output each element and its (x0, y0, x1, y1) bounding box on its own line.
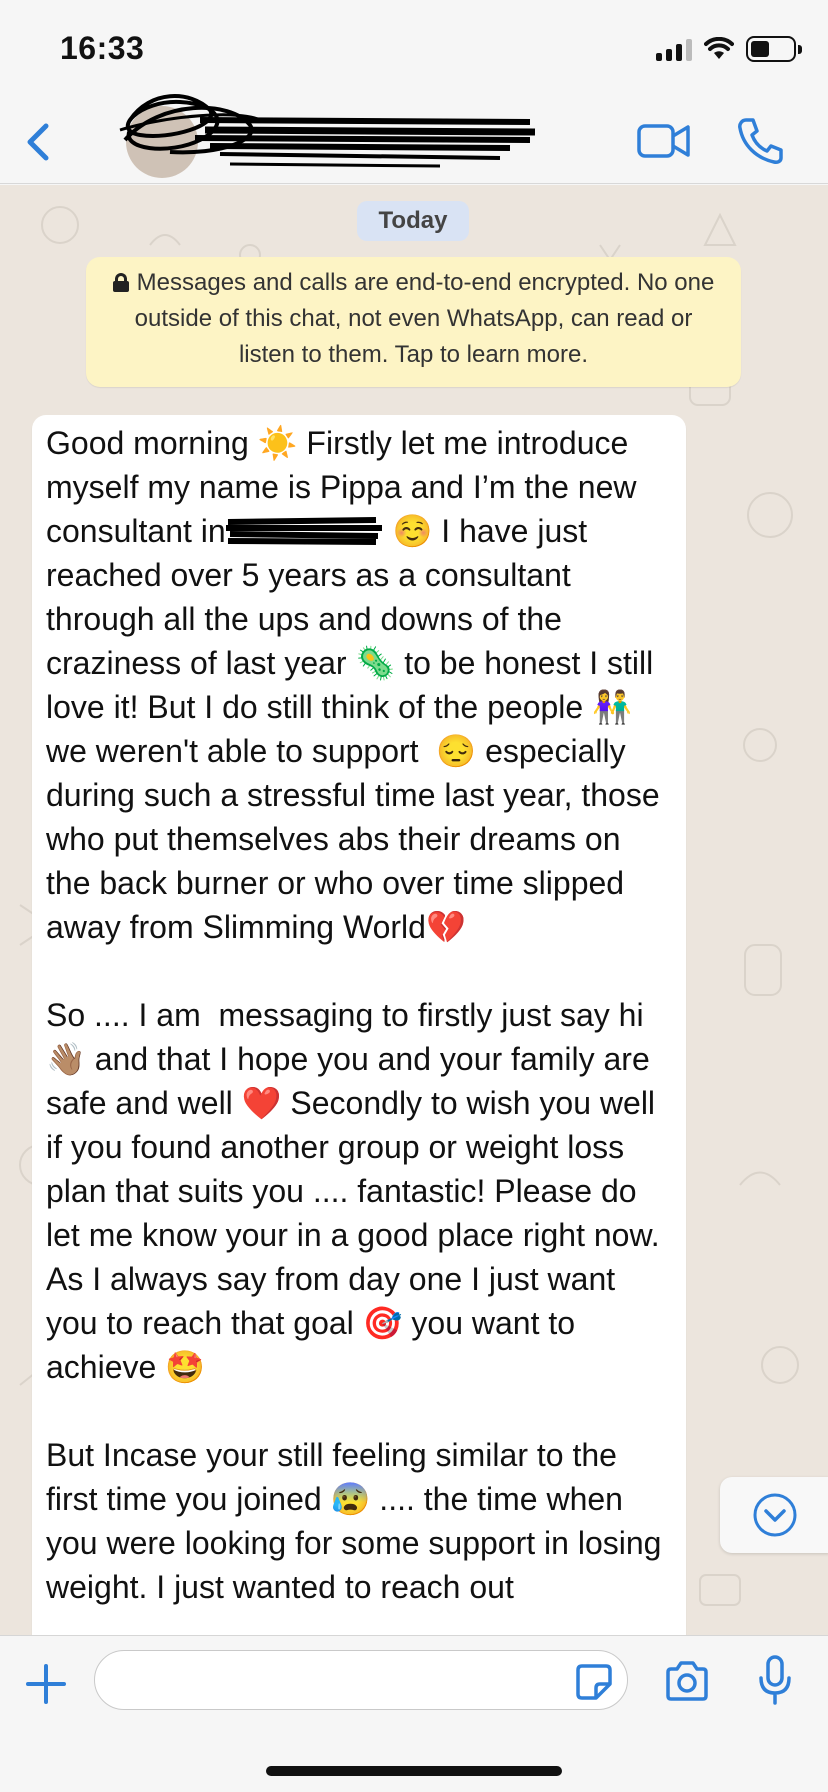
status-icons (656, 36, 802, 62)
redacted-location (225, 517, 382, 545)
input-bar (0, 1635, 828, 1792)
contact-info[interactable] (110, 94, 540, 184)
chat-header (0, 94, 828, 184)
message-text-part-2: ☺️ I have just reached over 5 years as a… (46, 513, 662, 1605)
wifi-icon (704, 37, 734, 59)
phone-icon (738, 118, 783, 164)
voice-note-button[interactable] (758, 1654, 792, 1706)
attach-button[interactable] (24, 1662, 68, 1706)
scroll-to-bottom-button[interactable] (720, 1477, 828, 1553)
signal-icon (656, 37, 692, 61)
date-chip: Today (357, 201, 469, 241)
home-indicator (266, 1766, 562, 1776)
camera-button[interactable] (664, 1660, 710, 1702)
incoming-message-bubble[interactable]: Good morning ☀️ Firstly let me introduce… (32, 415, 686, 1635)
status-time: 16:33 (60, 30, 145, 66)
camera-icon (666, 1661, 708, 1701)
encryption-notice[interactable]: Messages and calls are end-to-end encryp… (86, 257, 741, 387)
plus-icon (26, 1664, 66, 1704)
encryption-notice-text: Messages and calls are end-to-end encryp… (134, 269, 715, 368)
sticker-button[interactable] (574, 1662, 614, 1702)
voice-call-button[interactable] (736, 116, 784, 166)
redacted-contact-name (119, 94, 536, 168)
sticker-icon (576, 1664, 612, 1700)
back-button[interactable] (22, 120, 56, 164)
message-input[interactable] (94, 1650, 628, 1710)
microphone-icon (759, 1655, 791, 1705)
video-camera-icon (637, 124, 690, 158)
lock-icon (112, 273, 129, 292)
chevron-down-circle-icon (753, 1493, 797, 1537)
chevron-left-icon (27, 123, 49, 161)
chat-area[interactable]: Today Messages and calls are end-to-end … (0, 185, 828, 1635)
message-text: Good morning ☀️ Firstly let me introduce… (46, 421, 672, 1609)
video-call-button[interactable] (636, 118, 692, 164)
battery-icon (746, 36, 802, 62)
